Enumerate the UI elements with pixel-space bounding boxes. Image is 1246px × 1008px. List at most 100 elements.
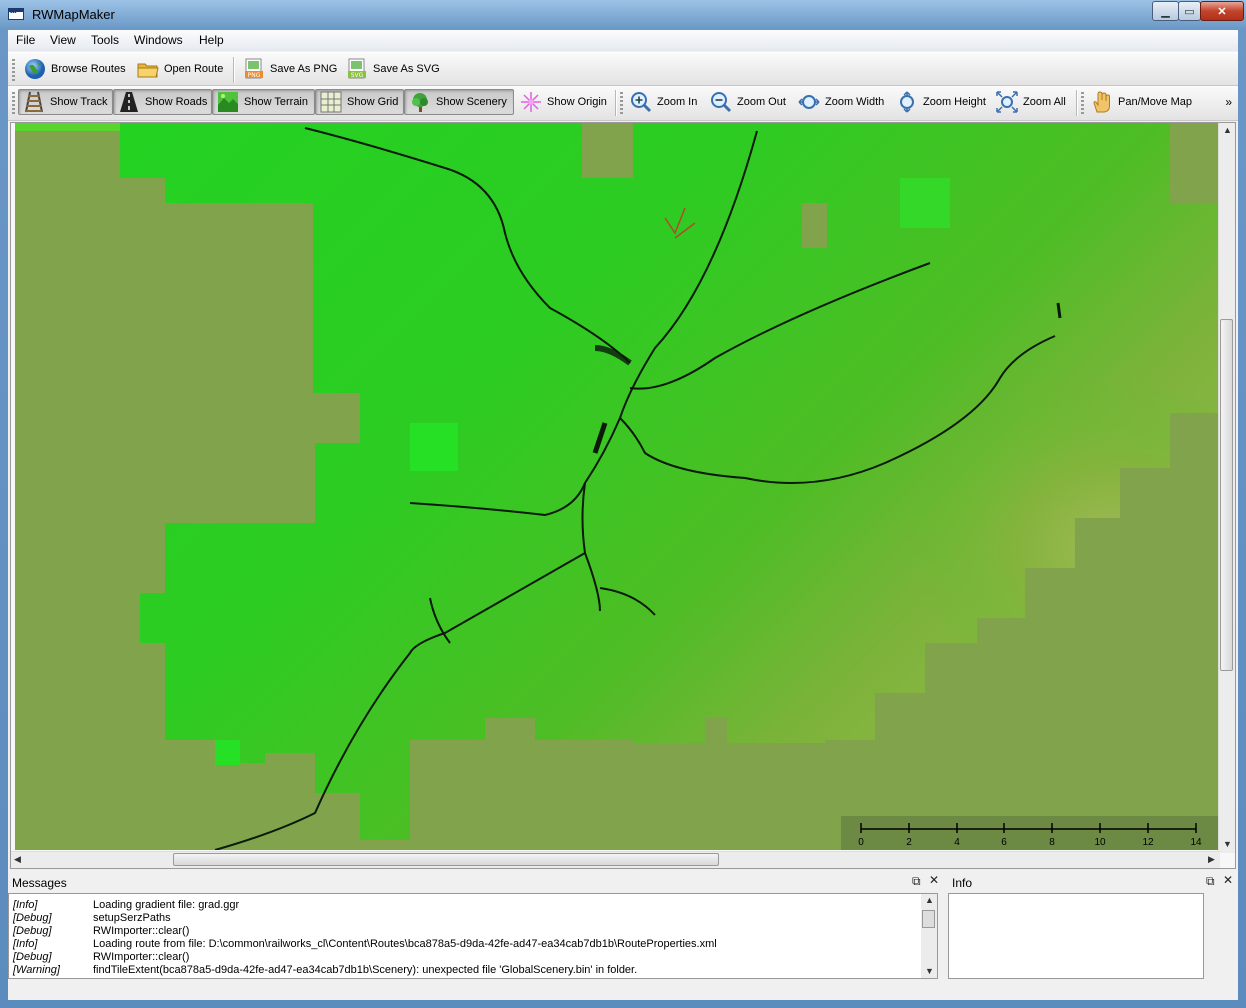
zoom-all-button[interactable]: Zoom All [992, 89, 1070, 115]
show-terrain-label: Show Terrain [244, 96, 308, 108]
hand-icon [1091, 91, 1113, 113]
zoom-height-icon [896, 91, 918, 113]
terrain-icon [217, 91, 239, 113]
horizontal-scroll-thumb[interactable] [173, 853, 719, 866]
scale-label-2: 2 [906, 837, 912, 848]
road-icon [118, 91, 140, 113]
menu-help[interactable]: Help [199, 33, 224, 47]
origin-star-icon [520, 91, 542, 113]
menu-tools[interactable]: Tools [91, 33, 119, 47]
save-as-png-button[interactable]: PNG Save As PNG [239, 56, 341, 82]
open-route-button[interactable]: Open Route [133, 56, 227, 82]
map-view[interactable]: 0 2 4 6 8 10 12 14 ▲ ▼ ◀ ▶ [10, 122, 1236, 869]
window-title: RWMapMaker [32, 7, 115, 22]
zoom-in-icon [630, 91, 652, 113]
grid-icon [320, 91, 342, 113]
show-roads-button[interactable]: Show Roads [113, 89, 212, 115]
svg-file-icon: SVG [346, 58, 368, 80]
info-close-button[interactable]: ✕ [1223, 873, 1233, 887]
terrain-tile-highlight [410, 423, 458, 471]
zoom-width-button[interactable]: Zoom Width [794, 89, 888, 115]
zoom-width-icon [798, 91, 820, 113]
zoom-in-label: Zoom In [657, 96, 698, 108]
toolbar-grip[interactable] [1081, 92, 1084, 114]
maximize-button[interactable]: ▭ [1178, 1, 1201, 21]
zoom-all-label: Zoom All [1023, 96, 1066, 108]
scale-bar: 0 2 4 6 8 10 12 14 [841, 816, 1219, 850]
tree-icon [409, 91, 431, 113]
open-route-label: Open Route [164, 63, 224, 75]
zoom-all-icon [996, 91, 1018, 113]
messages-scrollbar[interactable]: ▲ ▼ [921, 894, 937, 978]
app-icon [8, 8, 24, 20]
show-scenery-button[interactable]: Show Scenery [404, 89, 514, 115]
messages-float-button[interactable]: ⧉ [912, 874, 921, 889]
toolbar-overflow-button[interactable]: » [1225, 95, 1232, 109]
toolbar-grip[interactable] [12, 59, 15, 81]
messages-scroll-thumb[interactable] [922, 910, 935, 928]
file-toolbar: Browse Routes Open Route PNG Save As PNG… [8, 52, 1238, 86]
scroll-up-arrow[interactable]: ▲ [1223, 125, 1232, 135]
menu-file[interactable]: File [16, 33, 35, 47]
scale-label-4: 4 [954, 837, 960, 848]
svg-text:SVG: SVG [351, 72, 364, 79]
browse-routes-label: Browse Routes [51, 63, 126, 75]
messages-panel-title: Messages [12, 876, 67, 890]
app-window: RWMapMaker ▁ ▭ ✕ File View Tools Windows… [0, 0, 1246, 1008]
save-as-svg-button[interactable]: SVG Save As SVG [342, 56, 444, 82]
info-panel-title: Info [952, 876, 973, 890]
show-grid-button[interactable]: Show Grid [315, 89, 404, 115]
map-horizontal-scrollbar[interactable]: ◀ ▶ [11, 851, 1220, 868]
zoom-out-button[interactable]: Zoom Out [706, 89, 790, 115]
zoom-in-button[interactable]: Zoom In [626, 89, 701, 115]
folder-icon [137, 58, 159, 80]
show-roads-label: Show Roads [145, 96, 208, 108]
pan-move-map-label: Pan/Move Map [1118, 96, 1192, 108]
toolbar-grip[interactable] [12, 92, 15, 114]
scroll-down-arrow[interactable]: ▼ [1223, 839, 1232, 849]
show-track-label: Show Track [50, 96, 108, 108]
pan-move-map-button[interactable]: Pan/Move Map [1087, 89, 1196, 115]
map-canvas[interactable]: 0 2 4 6 8 10 12 14 [15, 123, 1219, 850]
title-bar[interactable]: RWMapMaker ▁ ▭ ✕ [0, 0, 1246, 30]
globe-icon [24, 58, 46, 80]
vertical-scroll-thumb[interactable] [1220, 319, 1233, 671]
info-panel [948, 893, 1204, 979]
minimize-button[interactable]: ▁ [1152, 1, 1179, 21]
scale-label-0: 0 [858, 837, 864, 848]
client-area: File View Tools Windows Help Browse Rout… [8, 30, 1238, 1000]
zoom-height-button[interactable]: Zoom Height [892, 89, 990, 115]
show-track-button[interactable]: Show Track [18, 89, 113, 115]
scroll-left-arrow[interactable]: ◀ [14, 854, 21, 865]
menu-view[interactable]: View [50, 33, 76, 47]
scroll-right-arrow[interactable]: ▶ [1208, 854, 1215, 865]
status-bar [8, 980, 1238, 1000]
messages-close-button[interactable]: ✕ [929, 873, 939, 887]
info-float-button[interactable]: ⧉ [1206, 874, 1215, 889]
show-origin-button[interactable]: Show Origin [516, 89, 611, 115]
scale-label-6: 6 [1001, 837, 1007, 848]
save-as-png-label: Save As PNG [270, 63, 338, 75]
svg-text:PNG: PNG [248, 72, 261, 79]
png-file-icon: PNG [243, 58, 265, 80]
track-icon [23, 91, 45, 113]
menu-windows[interactable]: Windows [134, 33, 183, 47]
scale-label-14: 14 [1190, 837, 1202, 848]
toolbar-grip[interactable] [620, 92, 623, 114]
close-button[interactable]: ✕ [1200, 1, 1244, 21]
messages-log[interactable]: [Info] Loading gradient file: grad.ggr [D… [8, 893, 938, 979]
show-origin-label: Show Origin [547, 96, 607, 108]
zoom-out-label: Zoom Out [737, 96, 786, 108]
browse-routes-button[interactable]: Browse Routes [20, 56, 130, 82]
show-scenery-label: Show Scenery [436, 96, 507, 108]
scale-label-10: 10 [1094, 837, 1106, 848]
view-toolbar: Show Track Show Roads Show Terrain Show … [8, 86, 1238, 121]
menu-bar: File View Tools Windows Help [8, 30, 1238, 51]
zoom-height-label: Zoom Height [923, 96, 986, 108]
show-terrain-button[interactable]: Show Terrain [212, 89, 315, 115]
map-vertical-scrollbar[interactable]: ▲ ▼ [1218, 123, 1235, 853]
scale-label-8: 8 [1049, 837, 1055, 848]
zoom-out-icon [710, 91, 732, 113]
save-as-svg-label: Save As SVG [373, 63, 440, 75]
zoom-width-label: Zoom Width [825, 96, 885, 108]
